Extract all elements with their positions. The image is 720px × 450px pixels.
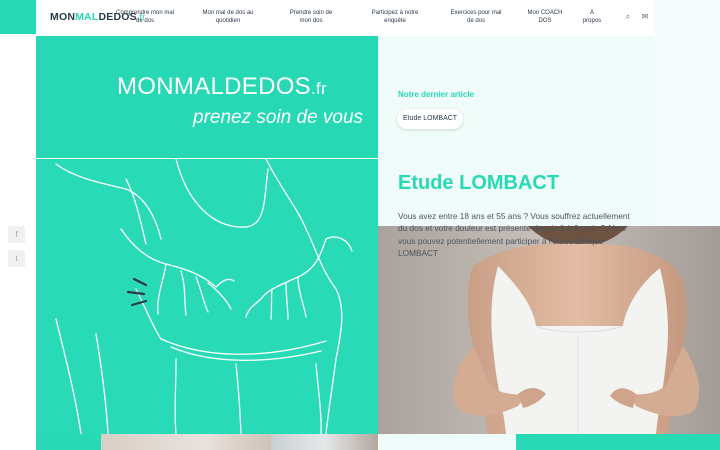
bottom-photo-1 (101, 434, 271, 450)
nav-item-a-propos[interactable]: Apropos (578, 10, 606, 25)
mail-icon[interactable]: ✉ (640, 12, 650, 22)
logo-part-mal: MAL (75, 11, 99, 23)
back-pain-illustration-svg (55, 159, 353, 434)
nav-label: Mon COACH (527, 10, 563, 16)
back-pain-illustration (36, 159, 378, 434)
nav-label: Exercices pour mal (450, 10, 502, 16)
nav-label: DOS (538, 17, 552, 24)
nav-item-enquete[interactable]: Participez à notre enquête (359, 10, 431, 25)
nav-label: Mon mal de dos au (202, 10, 254, 16)
nav-label: mon dos (299, 17, 323, 24)
hero-title-text: MONMALDEDOS (117, 73, 311, 100)
facebook-icon[interactable]: f (8, 226, 25, 243)
latest-article-panel (378, 36, 654, 226)
nav-label: propos (582, 17, 602, 24)
mint-background-block (654, 0, 720, 226)
nav-label: Prendre soin de (289, 10, 333, 16)
nav-item-coach-dos[interactable]: Mon COACH DOS (521, 10, 569, 25)
search-icon[interactable]: ⌕ (623, 12, 633, 22)
nav-item-prendre-soin[interactable]: Prendre soin de mon dos (280, 10, 342, 25)
article-tag-button[interactable]: Etude LOMBACT (397, 109, 464, 129)
bottom-photo-2 (271, 434, 378, 450)
twitter-icon[interactable]: t (8, 250, 25, 267)
nav-label: Participez à notre (371, 10, 419, 16)
hero-title-suffix: .fr (311, 79, 328, 98)
nav-item-comprendre[interactable]: Comprendre mon mal de dos (103, 10, 187, 25)
article-title[interactable]: Etude LOMBACT (398, 172, 559, 195)
bottom-teal-block-right (516, 434, 720, 450)
hero-tagline: prenez soin de vous (193, 107, 364, 128)
page: MONMALDEDOS.fr Comprendre mon mal de dos … (0, 0, 720, 450)
nav-label: quotidien (215, 17, 241, 24)
nav-label: A (589, 10, 594, 16)
logo-part-mon: MON (50, 11, 76, 23)
nav-label: de dos (466, 17, 485, 24)
article-description: Vous avez entre 18 ans et 55 ans ? Vous … (398, 211, 630, 258)
bottom-teal-block (36, 434, 101, 450)
hero-title: MONMALDEDOS.fr (117, 73, 327, 101)
nav-label: enquête (384, 17, 406, 24)
nav-label: Comprendre mon mal (115, 10, 175, 16)
nav-item-exercices[interactable]: Exercices pour mal de dos (441, 10, 511, 25)
nav-item-quotidien[interactable]: Mon mal de dos au quotidien (193, 10, 263, 25)
teal-corner-block (0, 0, 36, 34)
latest-article-label: Notre dernier article (398, 90, 475, 99)
nav-label: de dos (135, 17, 154, 24)
bottom-mint-block (378, 434, 516, 450)
